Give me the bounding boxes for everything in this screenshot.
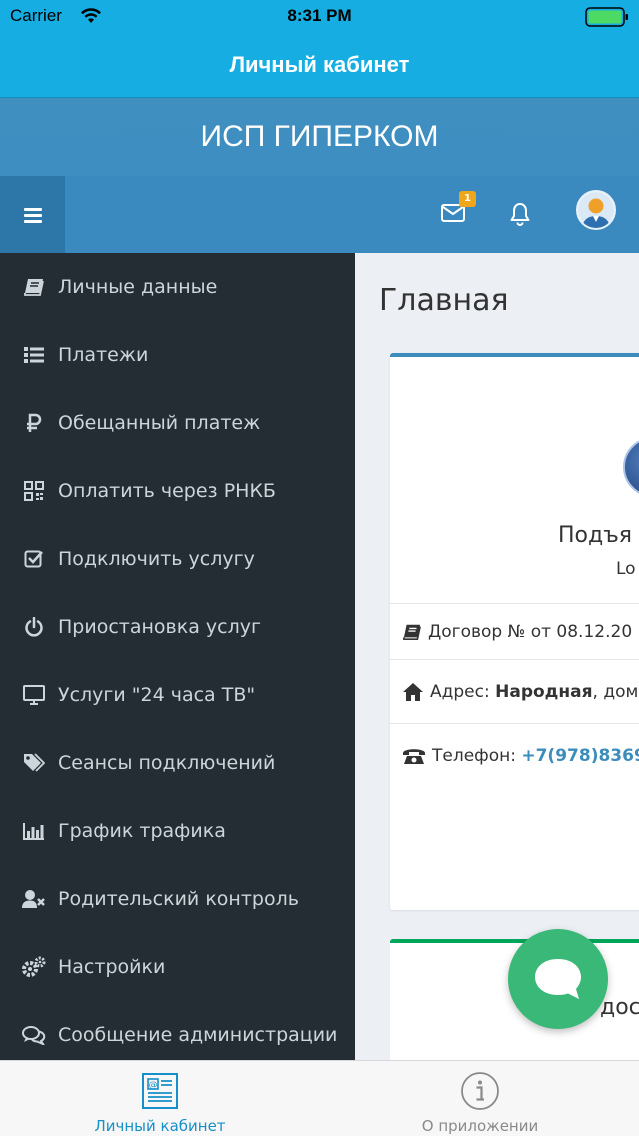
sidebar-item-label: Услуги "24 часа ТВ": [58, 684, 256, 706]
user-times-icon: [0, 889, 58, 909]
profile-card: Подъя Lo Договор № от 08.12.20 Адрес: На…: [390, 353, 639, 910]
contract-row: Договор № от 08.12.20: [390, 603, 639, 659]
tab-label: О приложении: [421, 1117, 539, 1135]
sidebar-item-parental-control[interactable]: Родительский контроль: [0, 865, 355, 933]
comments-icon: [0, 1025, 58, 1045]
svg-text:@: @: [149, 1081, 158, 1091]
clock: 8:31 PM: [287, 6, 352, 25]
sidebar-item-label: Приостановка услуг: [58, 616, 261, 638]
hamburger-icon[interactable]: [0, 176, 65, 253]
tags-icon: [0, 753, 58, 773]
user-avatar-icon[interactable]: [576, 190, 616, 230]
sidebar-item-label: Сеансы подключений: [58, 752, 276, 774]
address-label: Адрес:: [430, 681, 490, 702]
list-icon: [0, 346, 58, 364]
tab-about[interactable]: О приложении: [320, 1061, 639, 1136]
phone-icon: [402, 747, 426, 765]
sidebar-item-label: Сообщение администрации: [58, 1024, 338, 1046]
profile-name: Подъя: [558, 523, 632, 548]
sidebar-item-label: График трафика: [58, 820, 226, 842]
qrcode-icon: [0, 481, 58, 501]
profile-login: Lo: [616, 559, 636, 579]
sidebar-item-sessions[interactable]: Сеансы подключений: [0, 729, 355, 797]
book-icon: [402, 623, 422, 641]
sidebar-item-label: Платежи: [58, 344, 149, 366]
address-street: Народная: [495, 681, 593, 702]
page-title: Главная: [379, 283, 509, 318]
sidebar-item-payments[interactable]: Платежи: [0, 321, 355, 389]
monitor-icon: [0, 685, 58, 705]
newspaper-icon: @: [142, 1073, 178, 1109]
sidebar-item-promised-payment[interactable]: Обещанный платеж: [0, 389, 355, 457]
sidebar-item-label: Подключить услугу: [58, 548, 255, 570]
bar-chart-icon: [0, 822, 58, 840]
cogs-icon: [0, 956, 58, 978]
sidebar-item-pay-rnkb[interactable]: Оплатить через РНКБ: [0, 457, 355, 525]
power-icon: [0, 617, 58, 637]
sidebar-item-admin-message[interactable]: Сообщение администрации: [0, 1001, 355, 1069]
sidebar-item-connect-service[interactable]: Подключить услугу: [0, 525, 355, 593]
contract-date: от 08.12.20: [530, 621, 633, 642]
phone-label: Телефон:: [432, 745, 516, 766]
sidebar-item-suspend-services[interactable]: Приостановка услуг: [0, 593, 355, 661]
sidebar-item-personal-data[interactable]: Личные данные: [0, 253, 355, 321]
sidebar-item-settings[interactable]: Настройки: [0, 933, 355, 1001]
brand-title: ИСП ГИПЕРКОМ: [0, 98, 639, 176]
tab-bar: @ Личный кабинет О приложении: [0, 1060, 639, 1136]
address-rest: , дом: [592, 681, 639, 702]
chat-bubble-icon: [535, 959, 581, 999]
sidebar-item-label: Настройки: [58, 956, 166, 978]
sidebar-item-traffic-chart[interactable]: График трафика: [0, 797, 355, 865]
contract-label: Договор №: [428, 621, 526, 642]
tab-personal-cabinet[interactable]: @ Личный кабинет: [0, 1061, 320, 1136]
provider-logo: [623, 437, 639, 497]
info-icon: [461, 1072, 499, 1110]
bell-icon[interactable]: [508, 201, 532, 227]
battery-icon: [585, 7, 628, 27]
sidebar: Личные данные Платежи Обещанный платеж О…: [0, 253, 355, 1060]
phone-row: Телефон: +7(978)8369: [390, 723, 639, 787]
ruble-icon: [0, 413, 58, 433]
tab-label: Личный кабинет: [94, 1117, 226, 1135]
app-title: Личный кабинет: [0, 34, 639, 98]
checkbox-icon: [0, 549, 58, 569]
address-row: Адрес: Народная , дом: [390, 659, 639, 723]
home-icon: [402, 682, 424, 702]
status-bar: Carrier 8:31 PM: [0, 0, 639, 34]
phone-link[interactable]: +7(978)8369: [521, 746, 639, 766]
sidebar-item-label: Оплатить через РНКБ: [58, 480, 276, 502]
sidebar-item-tv-services[interactable]: Услуги "24 часа ТВ": [0, 661, 355, 729]
chat-button[interactable]: [508, 929, 608, 1029]
sidebar-item-label: Родительский контроль: [58, 888, 299, 910]
book-icon: [0, 277, 58, 297]
toolbar: [0, 176, 639, 253]
sidebar-item-label: Личные данные: [58, 276, 218, 298]
sidebar-item-label: Обещанный платеж: [58, 412, 261, 434]
mail-badge: 1: [459, 191, 476, 207]
